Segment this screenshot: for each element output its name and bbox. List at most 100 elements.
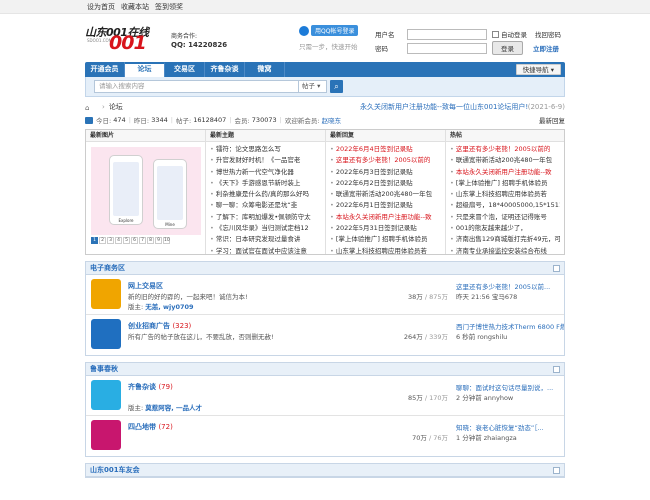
list-item-link[interactable]: 济南专业承接监控安装综合布线 [456,247,547,255]
list-item[interactable]: • [掌上体验推广] 招聘手机体验员 [450,178,560,189]
list-item[interactable]: • 博世热力新一代空气净化器 [210,167,321,178]
last-post-title[interactable]: 这里还有多少老熊！2005以前... [456,282,564,292]
collapse-icon[interactable] [553,265,560,272]
quick-nav-dropdown[interactable]: 快捷导航 ▾ [515,64,561,75]
list-item[interactable]: • 联通宽带新活动200兆480一年包 [450,155,560,166]
list-item-link[interactable]: 本站永久关闭新用户注册功能--致 [336,213,432,221]
list-item-link[interactable]: 2022年5月31日签到记录贴 [336,224,417,232]
section-header[interactable]: 电子商务区 [86,262,564,275]
list-item-link[interactable]: [掌上体验推广] 招聘手机体验员 [336,235,428,243]
list-item-link[interactable]: 升官发财好时机！《一品官老 [216,156,301,164]
list-item[interactable]: • 超级扇号，18*40005000,15*1511 [450,200,560,211]
list-item[interactable]: • 利杂推康是什么药/真的那么好吗 [210,189,321,200]
forum-name[interactable]: 齐鲁杂谈 (79) [128,382,173,392]
home-icon[interactable]: ⌂ [85,104,94,112]
pager-page[interactable]: 6 [131,237,138,244]
search-input[interactable]: 请输入搜索内容 [94,80,299,93]
list-item[interactable]: • 2022年6月3日签到记录贴 [330,167,441,178]
list-item-link[interactable]: 2022年6月1日签到记录贴 [336,201,413,209]
nav-vip[interactable]: 开通会员 [85,62,125,77]
login-button[interactable]: 登录 [492,41,523,55]
nav-trade[interactable]: 交易区 [165,62,205,77]
bookmark-link[interactable]: 收藏本站 [121,0,149,14]
pager-page[interactable]: 8 [147,237,154,244]
list-item-link[interactable]: 超级扇号，18*40005000,15*1511 [456,201,560,209]
list-item[interactable]: • 山东掌上科技招聘应用体验员若 [450,189,560,200]
auto-login-checkbox[interactable] [492,30,499,38]
announcement-link[interactable]: 永久关闭新用户注册功能--致每一位山东001论坛用户! [360,102,528,112]
list-item[interactable]: • 本站永久关闭新用户注册功能--致 [450,167,560,178]
list-item-link[interactable]: 2022年6月3日签到记录贴 [336,168,413,176]
list-item-link[interactable]: 镭符：论文思路怎么写 [216,145,281,153]
forum-icon[interactable] [91,279,121,309]
nav-forum[interactable]: 论坛 [125,62,165,77]
pager-page[interactable]: 7 [139,237,146,244]
list-item[interactable]: • 001的熊友越来越少了， [450,223,560,234]
list-item[interactable]: • 2022年6月2日签到记录贴 [330,178,441,189]
list-item[interactable]: • 《天下》手游感恩节新时装上 [210,178,321,189]
search-button[interactable]: ⌕ [330,80,343,93]
breadcrumb-forum[interactable]: 论坛 [109,102,123,112]
list-item[interactable]: • 常识：日本研究发现过量食讲 [210,234,321,245]
list-item-link[interactable]: 《天下》手游感恩节新时装上 [216,179,301,187]
list-item[interactable]: • 济南专业承接监控安装综合布线 [450,246,560,257]
list-item-link[interactable]: 济南出售129商城版打完折49元，可 [456,235,560,243]
slideshow-image[interactable]: Explore Mine [91,147,201,235]
password-input[interactable] [407,42,487,54]
list-item-link[interactable]: 本站永久关闭新用户注册功能--致 [456,168,552,176]
list-item[interactable]: • 2022年6月4日签到记录贴 [330,144,441,155]
set-homepage-link[interactable]: 设为首页 [87,0,115,14]
list-item[interactable]: • 这里还有多少老熊！2005以前的 [450,144,560,155]
list-item-link[interactable]: 2022年6月4日签到记录贴 [336,145,413,153]
forum-icon[interactable] [91,380,121,410]
list-item-link[interactable]: 这里还有多少老熊！2005以前的 [336,156,431,164]
list-item-link[interactable]: 只是来冒个泡，证明还记得账号 [456,213,547,221]
list-item-link[interactable]: [掌上体验推广] 招聘手机体验员 [456,179,548,187]
newest-replies-link[interactable]: 最新回复 [539,115,565,125]
list-item[interactable]: • 联通宽带新活动200兆480一年包 [330,189,441,200]
list-item[interactable]: • 《忘川风华录》当归测试定档12 [210,223,321,234]
list-item-link[interactable]: 山东掌上科技招聘应用体验员若 [336,247,427,255]
pager-page[interactable]: 3 [107,237,114,244]
moderator-names[interactable]: 莫惹阿容, 一品人才 [145,404,202,412]
auto-login-option[interactable]: 自动登录 [492,29,527,39]
section-header[interactable]: 鲁事春秋 [86,363,564,376]
list-item-link[interactable]: 《忘川风华录》当归测试定档12 [216,224,309,232]
list-item[interactable]: • 只是来冒个泡，证明还记得账号 [450,212,560,223]
list-item-link[interactable]: 这里还有多少老熊！2005以前的 [456,145,551,153]
list-item-link[interactable]: 聊一聊：众筹电影还是坑“韭 [216,201,297,209]
list-item[interactable]: • 聊一聊：众筹电影还是坑“韭 [210,200,321,211]
last-post-title[interactable]: 知晓：衰老心脏恢复“劲态”［... [456,423,564,433]
pager-page[interactable]: 2 [99,237,106,244]
list-item-link[interactable]: 学习：面试官在面试中应该注意 [216,247,307,255]
list-item-link[interactable]: 联通宽带新活动200兆480一年包 [336,190,432,198]
list-item-link[interactable]: 山东掌上科技招聘应用体验员若 [456,190,547,198]
list-item-link[interactable]: 博世热力新一代空气净化器 [216,168,294,176]
last-post-title[interactable]: 西门子博世热力技术Therm 6800 F燃... [456,322,564,332]
pager-page[interactable]: 10 [163,237,170,244]
list-item[interactable]: • 升官发财好时机！《一品官老 [210,155,321,166]
pager-page[interactable]: 5 [123,237,130,244]
list-item-link[interactable]: 联通宽带新活动200兆480一年包 [456,156,552,164]
pager-page[interactable]: 4 [115,237,122,244]
nav-qilu[interactable]: 齐鲁杂谈 [205,62,245,77]
list-item[interactable]: • 了解下：库明加爆发•佩顿防守太 [210,212,321,223]
find-password-link[interactable]: 找回密码 [535,29,561,39]
list-item[interactable]: • 2022年5月31日签到记录贴 [330,223,441,234]
list-item[interactable]: • 学习：面试官在面试中应该注意 [210,246,321,257]
register-link[interactable]: 立即注册 [533,43,559,53]
list-item-link[interactable]: 了解下：库明加爆发•佩顿防守太 [216,213,311,221]
nav-weiwo[interactable]: 微窝 [245,62,285,77]
list-item[interactable]: • 济南出售129商城版打完折49元，可 [450,234,560,245]
list-item[interactable]: • 2022年6月1日签到记录贴 [330,200,441,211]
forum-name[interactable]: 四凸地带 (72) [128,422,173,432]
forum-icon[interactable] [91,420,121,450]
checkin-link[interactable]: 签到领奖 [155,0,183,14]
qq-login-button[interactable]: 用QQ帐号登录 [299,25,359,36]
moderator-names[interactable]: 无恙, wjy0709 [145,303,193,311]
list-item-link[interactable]: 001的熊友越来越少了， [456,224,527,232]
list-item[interactable]: • 山东掌上科技招聘应用体验员若 [330,246,441,257]
list-item-link[interactable]: 2022年6月2日签到记录贴 [336,179,413,187]
forum-name[interactable]: 网上交易区 [128,281,163,291]
last-post-title[interactable]: 聊聊：面试时这句话尽量别说，... [456,383,564,393]
